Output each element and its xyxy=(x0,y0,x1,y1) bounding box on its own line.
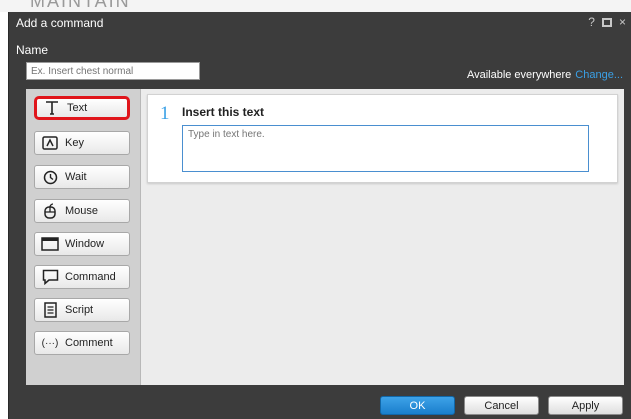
maximize-icon[interactable] xyxy=(601,18,612,27)
command-button-command[interactable]: Command xyxy=(34,265,130,289)
command-label: Text xyxy=(67,102,88,114)
command-button-comment[interactable]: (···) Comment xyxy=(34,331,130,355)
command-label: Comment xyxy=(65,337,113,349)
ok-button[interactable]: OK xyxy=(380,396,455,415)
command-label: Command xyxy=(65,271,116,283)
window-icon xyxy=(35,237,65,251)
command-label: Wait xyxy=(65,171,87,183)
clock-icon xyxy=(35,170,65,185)
background-window-strip: MAINTAIN xyxy=(0,0,631,12)
help-button[interactable]: ? xyxy=(588,15,595,29)
command-button-text[interactable]: Text xyxy=(34,96,130,120)
command-label: Mouse xyxy=(65,205,99,217)
name-label: Name xyxy=(16,43,49,57)
command-palette: Text Key Wait Mouse Window Command Scrip… xyxy=(26,89,141,385)
command-button-key[interactable]: Key xyxy=(34,131,130,155)
command-label: Key xyxy=(65,137,84,149)
add-command-dialog: Add a command ? × Name Available everywh… xyxy=(8,12,631,419)
command-button-mouse[interactable]: Mouse xyxy=(34,199,130,223)
availability-info: Available everywhere Change... xyxy=(467,69,623,81)
command-button-wait[interactable]: Wait xyxy=(34,165,130,189)
apply-button[interactable]: Apply xyxy=(548,396,623,415)
command-label: Window xyxy=(65,238,105,250)
mouse-icon xyxy=(35,203,65,219)
command-button-script[interactable]: Script xyxy=(34,298,130,322)
steps-panel: 1 Insert this text xyxy=(141,89,624,385)
command-label: Script xyxy=(65,304,94,316)
background-title-fragment: MAINTAIN xyxy=(30,0,131,11)
name-field[interactable] xyxy=(26,62,200,80)
title-bar: Add a command ? × xyxy=(9,12,631,34)
step-title: Insert this text xyxy=(182,105,265,119)
close-button[interactable]: × xyxy=(619,15,626,29)
dialog-title: Add a command xyxy=(16,16,104,30)
step-card: 1 Insert this text xyxy=(147,94,618,183)
step-number: 1 xyxy=(160,103,170,124)
window-controls: ? × xyxy=(588,15,626,29)
document-icon xyxy=(35,302,65,318)
ellipsis-icon: (···) xyxy=(41,337,59,349)
cancel-button[interactable]: Cancel xyxy=(464,396,539,415)
key-icon xyxy=(35,136,65,150)
command-button-window[interactable]: Window xyxy=(34,232,130,256)
insert-text-input[interactable] xyxy=(182,125,589,172)
text-icon xyxy=(37,100,67,116)
command-editor: Text Key Wait Mouse Window Command Scrip… xyxy=(26,89,624,385)
availability-label: Available everywhere xyxy=(466,69,572,81)
speech-bubble-icon xyxy=(35,269,65,285)
change-link[interactable]: Change... xyxy=(575,69,623,81)
